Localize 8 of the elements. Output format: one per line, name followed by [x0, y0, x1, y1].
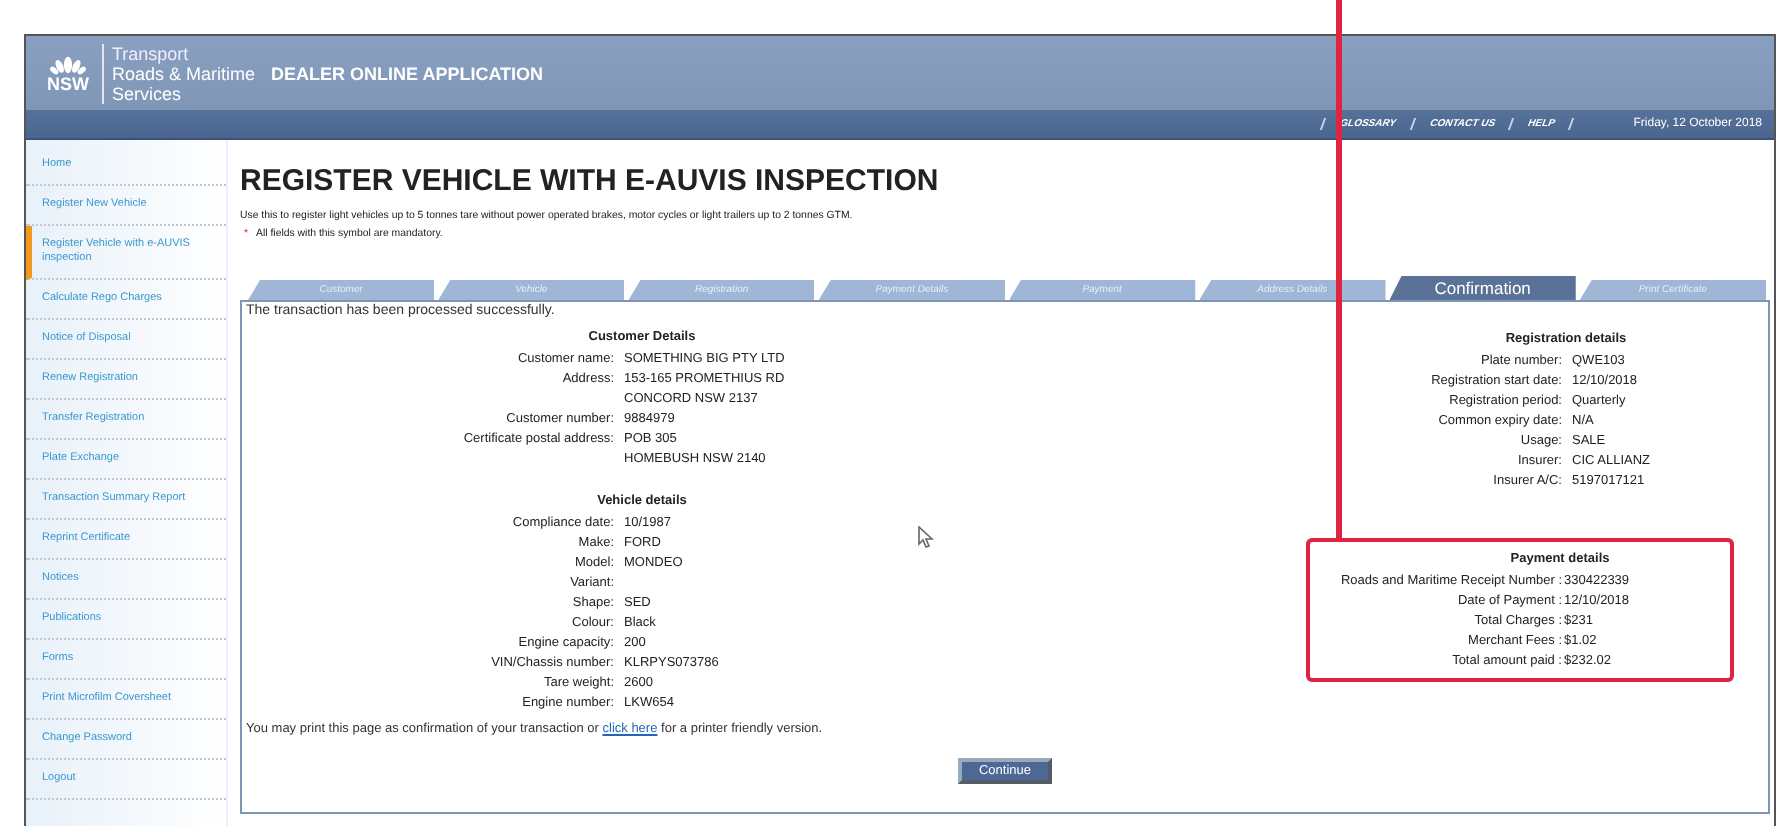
brand-name: NSW: [47, 75, 89, 93]
app-title: DEALER ONLINE APPLICATION: [271, 63, 544, 83]
brand-line: Roads & Maritime: [112, 63, 256, 83]
brand-line: Services: [112, 83, 184, 103]
page-title: REGISTER VEHICLE WITH E-AUVIS INSPECTION: [240, 164, 941, 198]
brand-line: Transport: [112, 43, 191, 63]
cursor-icon: [918, 526, 934, 548]
tab[interactable]: Confirmation: [1389, 276, 1576, 300]
